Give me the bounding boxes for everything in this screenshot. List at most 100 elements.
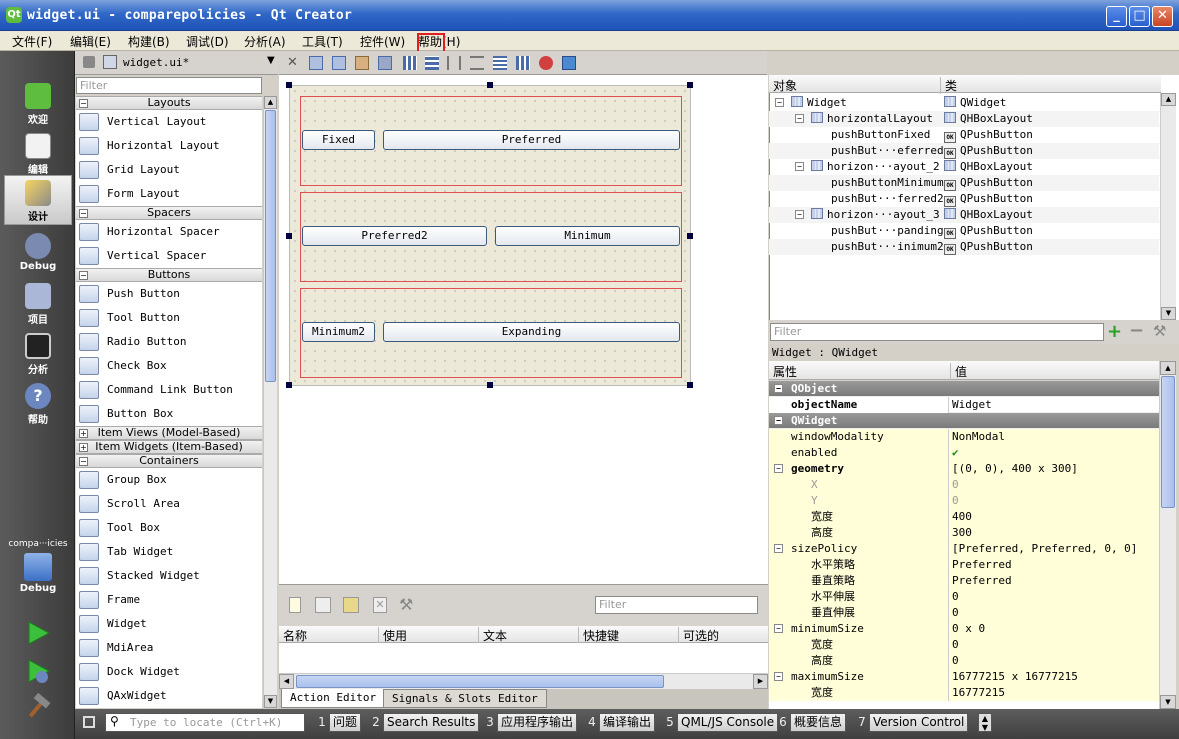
property-row[interactable]: Y0 <box>769 493 1159 509</box>
minimize-button[interactable]: _ <box>1106 6 1127 27</box>
property-value[interactable]: Preferred <box>950 557 1159 573</box>
output-pane-tab[interactable]: 7 Version Control <box>855 713 969 732</box>
collapse-icon[interactable]: − <box>79 209 88 218</box>
build-hammer-icon[interactable] <box>24 692 52 721</box>
property-row[interactable]: 宽度 16777215 <box>769 685 1159 701</box>
object-tree-row[interactable]: − horizontalLayout QHBoxLayout <box>769 111 1159 127</box>
property-value[interactable]: [(0, 0), 400 x 300] <box>950 461 1159 477</box>
property-row[interactable]: 水平策略 Preferred <box>769 557 1159 573</box>
run-icon[interactable] <box>24 619 52 647</box>
minus-icon[interactable]: − <box>1129 320 1144 341</box>
property-row[interactable]: 宽度 400 <box>769 509 1159 525</box>
adjust-size-icon[interactable] <box>562 56 576 70</box>
project-selector[interactable]: compa···icies Debug <box>4 539 72 594</box>
menu-tools[interactable]: 工具(T) <box>302 33 343 50</box>
new-action-icon[interactable] <box>289 597 301 613</box>
output-pane-tab[interactable]: 3 应用程序输出 <box>483 713 578 732</box>
widget-box-item[interactable]: Check Box <box>76 354 262 378</box>
resize-handle[interactable] <box>687 233 693 239</box>
widget-box-item[interactable]: Tab Widget <box>76 540 262 564</box>
widget-box-item[interactable]: Scroll Area <box>76 492 262 516</box>
tab-action-editor[interactable]: Action Editor <box>281 689 386 708</box>
property-value[interactable]: [Preferred, Preferred, 0, 0] <box>950 541 1159 557</box>
resize-handle[interactable] <box>487 82 493 88</box>
object-tree-row[interactable]: pushBut···ferred2 OK QPushButton <box>769 191 1159 207</box>
collapse-icon[interactable]: − <box>774 544 783 553</box>
collapse-icon[interactable]: − <box>79 271 88 280</box>
menu-debug[interactable]: 调试(D) <box>186 33 229 50</box>
resize-handle[interactable] <box>286 82 292 88</box>
collapse-icon[interactable]: − <box>795 114 804 123</box>
property-row[interactable]: objectName Widget <box>769 397 1159 413</box>
close-icon[interactable]: ✕ <box>287 55 298 70</box>
toggle-sidebar-icon[interactable] <box>83 716 95 728</box>
widget-box-item[interactable]: Push Button <box>76 282 262 306</box>
property-row[interactable]: windowModality NonModal <box>769 429 1159 445</box>
widget-box-item[interactable]: Horizontal Spacer <box>76 220 262 244</box>
output-pane-tab[interactable]: 2 Search Results <box>369 713 480 732</box>
push-button-fixed[interactable]: Fixed <box>302 130 375 150</box>
output-pane-tab[interactable]: 1 问题 <box>315 713 362 732</box>
widget-box-item[interactable]: Frame <box>76 588 262 612</box>
property-value[interactable]: 16777215 <box>950 685 1159 701</box>
widget-box-item[interactable]: Group Box <box>76 468 262 492</box>
expand-icon[interactable]: + <box>79 443 88 452</box>
property-value[interactable]: Preferred <box>950 573 1159 589</box>
horizontal-layout-icon[interactable] <box>403 56 417 70</box>
widget-box-item[interactable]: QAxWidget <box>76 684 262 708</box>
action-table-scrollbar[interactable]: ◀ ▶ <box>279 673 768 689</box>
property-value[interactable]: 16777215 x 16777215 <box>950 669 1159 685</box>
widget-box-item[interactable]: Form Layout <box>76 182 262 206</box>
object-tree-row[interactable]: pushBut···panding OK QPushButton <box>769 223 1159 239</box>
property-value[interactable]: 0 <box>950 637 1159 653</box>
push-button-minimum[interactable]: Minimum <box>495 226 680 246</box>
column-header[interactable]: 名称 <box>283 627 307 644</box>
mode-edit[interactable]: 编辑 <box>4 129 72 179</box>
column-header[interactable]: 可选的 <box>678 627 719 644</box>
column-header[interactable]: 属性 <box>773 363 797 380</box>
splitter-horizontal-icon[interactable] <box>447 56 461 70</box>
object-tree-row[interactable]: − Widget QWidget <box>769 95 1159 111</box>
resize-handle[interactable] <box>687 82 693 88</box>
widget-box-item[interactable]: Vertical Spacer <box>76 244 262 268</box>
wrench-icon[interactable]: ⚒ <box>1153 322 1166 340</box>
widget-box-item[interactable]: Vertical Layout <box>76 110 262 134</box>
grid-layout-icon[interactable] <box>516 56 530 70</box>
property-row[interactable]: 水平伸展 0 <box>769 589 1159 605</box>
object-inspector-scrollbar[interactable]: ▲ ▼ <box>1160 93 1176 320</box>
plus-icon[interactable]: + <box>1107 321 1122 342</box>
mode-debug[interactable]: Debug <box>4 229 72 279</box>
property-value[interactable]: 0 <box>950 493 1159 509</box>
object-tree-row[interactable]: pushButtonMinimum OK QPushButton <box>769 175 1159 191</box>
widget-category[interactable]: + Item Widgets (Item-Based) <box>76 440 262 454</box>
horizontal-layout-1[interactable]: Fixed Preferred <box>300 96 682 186</box>
mode-analyze[interactable]: 分析 <box>4 329 72 379</box>
collapse-icon[interactable]: − <box>774 416 783 425</box>
widget-box-item[interactable]: Command Link Button <box>76 378 262 402</box>
widget-box-item[interactable]: Button Box <box>76 402 262 426</box>
collapse-icon[interactable]: − <box>79 99 88 108</box>
collapse-icon[interactable]: − <box>795 210 804 219</box>
widget-category[interactable]: − Buttons <box>76 268 262 282</box>
object-tree-row[interactable]: pushBut···inimum2 OK QPushButton <box>769 239 1159 255</box>
signal-slot-mode-icon[interactable] <box>332 56 346 70</box>
object-tree-row[interactable]: pushBut···eferred OK QPushButton <box>769 143 1159 159</box>
property-value[interactable]: 0 <box>950 589 1159 605</box>
property-filter-input[interactable]: Filter <box>770 323 1104 341</box>
widget-box-item[interactable]: Grid Layout <box>76 158 262 182</box>
collapse-icon[interactable]: − <box>774 624 783 633</box>
property-row[interactable]: X0 <box>769 477 1159 493</box>
property-row[interactable]: − QWidget <box>769 413 1159 429</box>
resize-handle[interactable] <box>687 382 693 388</box>
collapse-icon[interactable]: − <box>774 384 783 393</box>
property-value[interactable]: Widget <box>950 397 1159 413</box>
mode-help[interactable]: ? 帮助 <box>4 379 72 429</box>
horizontal-layout-2[interactable]: Preferred2 Minimum <box>300 192 682 282</box>
title-bar[interactable]: Qt widget.ui - comparepolicies - Qt Crea… <box>0 0 1179 31</box>
property-row[interactable]: geometry [(0, 0), 400 x 300] − <box>769 461 1159 477</box>
collapse-icon[interactable]: − <box>774 672 783 681</box>
widget-box-item[interactable]: Radio Button <box>76 330 262 354</box>
tab-signals-slots-editor[interactable]: Signals & Slots Editor <box>383 689 547 708</box>
column-header[interactable]: 类 <box>940 77 957 94</box>
break-layout-icon[interactable] <box>539 56 553 70</box>
